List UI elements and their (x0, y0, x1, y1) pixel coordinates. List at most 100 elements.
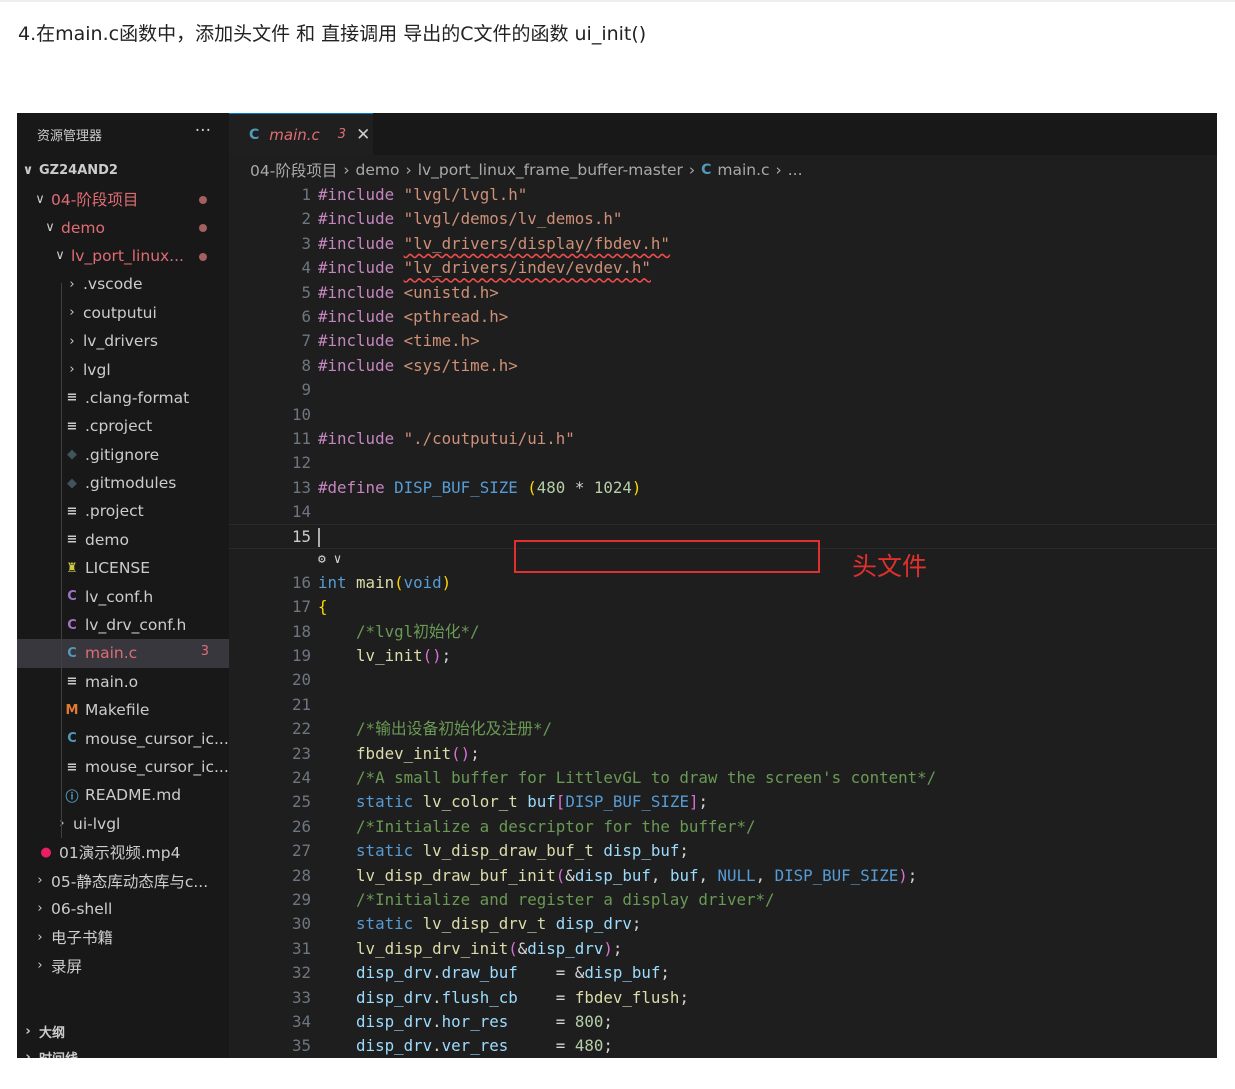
tree-item-label: 01演示视频.mp4 (59, 844, 181, 863)
code-token: 800 (574, 1011, 604, 1031)
tree-item[interactable]: ≡ mouse_cursor_ic... (17, 753, 229, 781)
tree-item[interactable]: ≡ main.o (17, 668, 229, 696)
line-number: 20 (291, 670, 311, 690)
outline-label: 大纲 (39, 1025, 66, 1041)
tree-item[interactable]: ≡ .clang-format (17, 384, 229, 412)
tree-item[interactable]: Clv_conf.h (17, 582, 229, 610)
line-text: fbdev_init(); (318, 742, 480, 766)
tree-item[interactable]: ◆ .gitmodules (17, 469, 229, 497)
code-token: fbdev_flush (574, 987, 680, 1007)
code-token: { (318, 597, 328, 617)
tree-item[interactable]: ∨ demo (17, 213, 229, 241)
tree-item-label: .project (85, 502, 144, 521)
tree-item[interactable]: ◆ .gitignore (17, 441, 229, 469)
tree-item[interactable]: ∨ lv_port_linux... (17, 242, 229, 270)
tree-item[interactable]: › .vscode (17, 270, 229, 298)
tree-item[interactable]: ∨ 04-阶段项目 (17, 185, 229, 213)
tree-item-label: mouse_cursor_ic... (85, 729, 229, 748)
code-token: [ (555, 792, 566, 812)
code-token: () (422, 646, 442, 666)
tree-item[interactable]: › lvgl (17, 355, 229, 383)
breadcrumb: 04-阶段项目 › demo › lv_port_linux_frame_buffer-… (229, 155, 1217, 185)
breadcrumb-item[interactable]: demo (356, 161, 400, 179)
code-token: 480 (574, 1036, 604, 1056)
tree-item[interactable]: › ui-lvgl (17, 810, 229, 838)
code-line: 34 disp_drv.hor_res = 800; (229, 1010, 1217, 1034)
tree-item[interactable]: ≡ demo (17, 526, 229, 554)
code-token: = (508, 1011, 575, 1031)
tree-item-label: .gitignore (85, 445, 160, 464)
line-number: 33 (291, 987, 311, 1007)
tree-item[interactable]: › 05-静态库动态库与c... (17, 866, 229, 894)
file-type-icon: ≡ (66, 674, 78, 690)
breadcrumb-item[interactable]: lv_port_linux_frame_buffer-master (418, 161, 683, 179)
code-token: /*Initialize a descriptor for the buffer… (318, 816, 756, 836)
tab-main-c[interactable]: C main.c 3 ✕ (229, 113, 373, 155)
code-line: 1 #include "lvgl/lvgl.h" (229, 183, 1217, 207)
line-text: int main(void) (318, 571, 451, 595)
code-token: DISP_BUF_SIZE (394, 477, 528, 497)
tree-item[interactable]: › coutputui (17, 299, 229, 327)
file-type-icon: ◆ (67, 475, 77, 491)
tree-item[interactable]: ≡ .project (17, 497, 229, 525)
tree-item-label: README.md (85, 786, 182, 805)
close-icon[interactable]: ✕ (356, 125, 370, 145)
tree-item[interactable]: M Makefile (17, 696, 229, 724)
line-number: 32 (291, 963, 311, 983)
code-area[interactable]: 1 #include "lvgl/lvgl.h" 2 #include "lvgl/d… (229, 183, 1217, 1058)
breadcrumb-item[interactable]: 04-阶段项目 (250, 159, 337, 181)
breadcrumb-item[interactable]: main.c (717, 161, 769, 179)
code-line: 23 fbdev_init(); (229, 742, 1217, 766)
code-token: NULL (717, 865, 756, 885)
chevron-right-icon: › (405, 161, 412, 179)
timeline-section[interactable]: › 时间线 (17, 1044, 78, 1059)
tree-item[interactable]: Clv_drv_conf.h (17, 611, 229, 639)
code-token: <sys/time.h> (403, 355, 518, 375)
code-token: 480 (536, 477, 566, 497)
code-token: = (508, 1036, 575, 1056)
more-actions-icon[interactable]: ··· (195, 121, 211, 141)
tree-item[interactable]: ≡ .cproject (17, 412, 229, 440)
explorer-header: 资源管理器 ··· (17, 113, 229, 155)
line-text: #include "lv_drivers/indev/evdev.h" (318, 256, 651, 280)
tree-item[interactable]: Cmain.c 3 (17, 639, 229, 668)
tree-item[interactable]: ⓘ README.md (17, 781, 229, 809)
outline-section[interactable]: › 大纲 (17, 1018, 65, 1044)
tree-item[interactable]: Cmouse_cursor_ic... (17, 724, 229, 752)
code-token: /*A small buffer for LittlevGL to draw t… (318, 767, 937, 787)
code-token: = (517, 987, 575, 1007)
code-token: <time.h> (403, 331, 480, 351)
line-number: 34 (291, 1011, 311, 1031)
tab-label: main.c (269, 125, 320, 144)
breadcrumb-item[interactable]: ... (788, 161, 803, 179)
code-token: () (451, 743, 471, 763)
code-token: DISP_BUF_SIZE (565, 792, 689, 812)
line-number: 31 (291, 938, 311, 958)
chevron-right-icon: › (69, 333, 75, 349)
chevron-down-icon: ∨ (35, 191, 45, 207)
tree-item[interactable]: › 录屏 (17, 952, 229, 980)
header-file-annotation: 头文件 (852, 552, 928, 581)
code-token: ( (508, 938, 518, 958)
workspace-root[interactable]: ∨ GZ24AND2 (17, 155, 229, 185)
code-token: "lvgl/demos/lv_demos.h" (403, 209, 623, 229)
code-line: 6 #include <pthread.h> (229, 305, 1217, 329)
line-text: { (318, 595, 328, 619)
chevron-right-icon: › (69, 362, 75, 378)
tree-item-label: ui-lvgl (73, 814, 121, 833)
code-line: 20 (229, 668, 1217, 692)
tree-item[interactable]: › 06-shell (17, 895, 229, 923)
tree-item-label: lv_port_linux... (71, 246, 184, 265)
code-line: 33 disp_drv.flush_cb = fbdev_flush; (229, 986, 1217, 1010)
code-token: disp_drv (356, 1036, 433, 1056)
code-token: ( (527, 477, 537, 497)
tree-item[interactable]: › 电子书籍 (17, 923, 229, 951)
tree-item[interactable]: › lv_drivers (17, 327, 229, 355)
code-line: 4 #include "lv_drivers/indev/evdev.h" (229, 256, 1217, 280)
tree-item[interactable]: ● 01演示视频.mp4 (17, 838, 229, 866)
indent-guide (61, 283, 62, 838)
tree-item[interactable]: ♜ LICENSE (17, 554, 229, 582)
